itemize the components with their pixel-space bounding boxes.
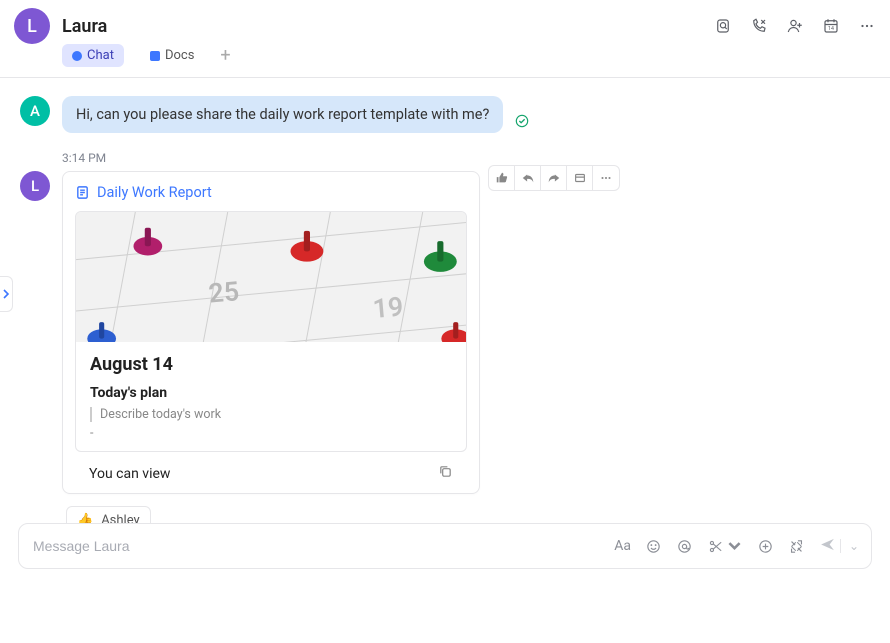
- send-button[interactable]: [819, 536, 836, 557]
- document-card: Daily Work Report 25 19: [62, 171, 480, 494]
- more-icon[interactable]: [858, 17, 876, 35]
- doc-dash: -: [90, 426, 452, 441]
- attach-icon[interactable]: [757, 538, 774, 555]
- add-user-icon[interactable]: [786, 17, 804, 35]
- mention-icon[interactable]: [676, 538, 693, 555]
- svg-text:14: 14: [828, 26, 834, 32]
- copy-icon[interactable]: [438, 464, 453, 483]
- expand-icon[interactable]: [788, 538, 805, 555]
- doc-subheading: Today's plan: [90, 385, 452, 401]
- send-button-group: ⌄: [819, 536, 859, 557]
- document-thumbnail: 25 19: [76, 212, 466, 342]
- header-actions: 14: [714, 17, 876, 35]
- permission-label: You can view: [89, 466, 170, 482]
- scissors-icon[interactable]: [707, 538, 743, 555]
- message-row: A Hi, can you please share the daily wor…: [20, 96, 870, 133]
- add-tab-button[interactable]: +: [220, 47, 230, 65]
- tab-bar: Chat Docs +: [0, 42, 890, 78]
- search-icon[interactable]: [714, 17, 732, 35]
- calendar-icon[interactable]: 14: [822, 17, 840, 35]
- message-input[interactable]: [31, 537, 602, 555]
- message-bubble[interactable]: Hi, can you please share the daily work …: [62, 96, 503, 133]
- message-timestamp: 3:14 PM: [62, 151, 870, 165]
- doc-placeholder-text: Describe today's work: [90, 407, 452, 422]
- tab-label: Chat: [87, 48, 114, 63]
- conversation-header: L Laura 14: [0, 0, 890, 42]
- forward-icon[interactable]: [541, 166, 567, 190]
- docs-square-icon: [150, 51, 160, 61]
- chat-dot-icon: [72, 51, 82, 61]
- svg-text:25: 25: [207, 275, 240, 310]
- tab-chat[interactable]: Chat: [62, 44, 124, 67]
- tab-label: Docs: [165, 48, 194, 63]
- sender-avatar[interactable]: A: [20, 96, 50, 126]
- delivered-icon: [515, 114, 529, 132]
- sender-avatar[interactable]: L: [20, 171, 50, 201]
- doc-date-heading: August 14: [90, 354, 452, 375]
- message-row: L Daily Work Report 25: [20, 171, 870, 535]
- thumbs-up-icon[interactable]: [489, 166, 515, 190]
- composer-actions: Aa ⌄: [614, 536, 859, 557]
- message-action-toolbar: [488, 165, 620, 191]
- message-composer: Aa ⌄: [18, 523, 872, 569]
- pin-icon[interactable]: [567, 166, 593, 190]
- more-actions-icon[interactable]: [593, 166, 619, 190]
- svg-text:19: 19: [371, 290, 404, 325]
- document-link[interactable]: Daily Work Report: [75, 184, 467, 201]
- send-options-caret[interactable]: ⌄: [840, 539, 859, 553]
- reply-icon[interactable]: [515, 166, 541, 190]
- emoji-icon[interactable]: [645, 538, 662, 555]
- header-avatar[interactable]: L: [14, 8, 50, 44]
- document-preview[interactable]: 25 19 August 14 Today's plan Describe to: [75, 211, 467, 452]
- document-title: Daily Work Report: [97, 184, 212, 201]
- call-icon[interactable]: [750, 17, 768, 35]
- tab-docs[interactable]: Docs: [140, 44, 204, 67]
- conversation-title[interactable]: Laura: [62, 16, 107, 37]
- text-format-icon[interactable]: Aa: [614, 538, 631, 554]
